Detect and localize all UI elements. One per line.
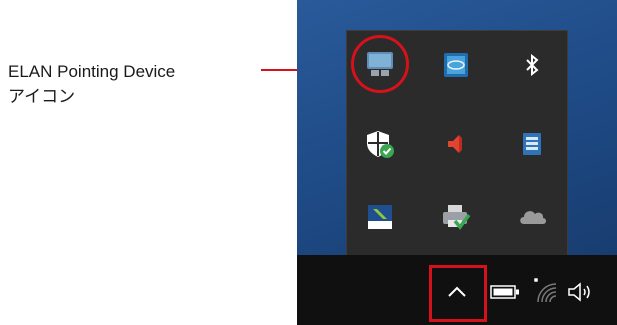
elan-icon-highlight-circle — [351, 35, 409, 93]
volume-icon[interactable] — [565, 279, 601, 305]
wifi-icon[interactable] — [527, 275, 561, 307]
printer-check-icon[interactable] — [427, 189, 485, 245]
callout-label: ELAN Pointing Device アイコン — [8, 59, 175, 109]
pen-tool-icon[interactable] — [351, 189, 409, 245]
battery-icon[interactable] — [489, 281, 521, 303]
callout-line-1: ELAN Pointing Device — [8, 62, 176, 81]
chevron-highlight-box — [429, 265, 487, 322]
storage-device-icon[interactable] — [503, 116, 561, 172]
speaker-icon[interactable] — [427, 116, 485, 172]
bluetooth-icon[interactable] — [503, 37, 561, 93]
onedrive-cloud-icon[interactable] — [503, 189, 561, 245]
callout-line-2: アイコン — [8, 87, 76, 106]
intel-graphics-icon[interactable] — [427, 37, 485, 93]
windows-defender-icon[interactable] — [351, 116, 409, 172]
